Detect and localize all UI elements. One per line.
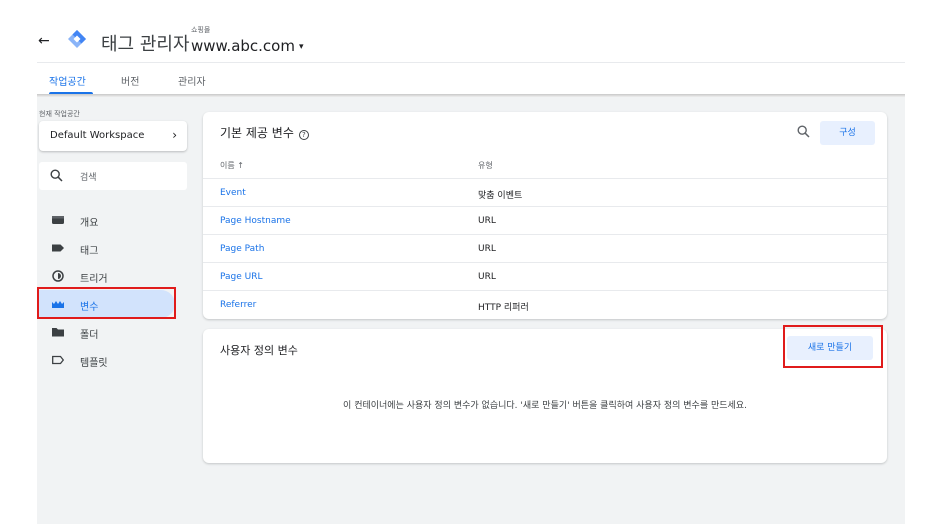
account-name: 쇼핑몰 bbox=[191, 26, 211, 34]
table-row: Event 맞춤 이벤트 bbox=[203, 178, 887, 206]
folder-icon bbox=[52, 328, 64, 337]
app-title: 태그 관리자 bbox=[101, 34, 190, 55]
sidebar-item-triggers[interactable]: 트리거 bbox=[37, 262, 175, 290]
column-header-name[interactable]: 이름 ↑ bbox=[220, 160, 244, 171]
search-icon bbox=[50, 169, 63, 182]
variable-type: URL bbox=[478, 244, 496, 254]
variable-name-link[interactable]: Event bbox=[220, 188, 246, 198]
tab-versions[interactable]: 버전 bbox=[121, 73, 139, 88]
workspace-selector[interactable]: Default Workspace › bbox=[39, 121, 187, 151]
search-icon[interactable] bbox=[797, 125, 810, 138]
tab-admin[interactable]: 관리자 bbox=[178, 73, 206, 88]
sidebar-item-label: 태그 bbox=[80, 246, 99, 257]
builtin-variables-title: 기본 제공 변수? bbox=[220, 124, 309, 141]
variable-name-link[interactable]: Referrer bbox=[220, 300, 256, 310]
table-row: Page URL URL bbox=[203, 262, 887, 290]
sidebar-item-tags[interactable]: 태그 bbox=[37, 234, 175, 262]
variable-type: URL bbox=[478, 216, 496, 226]
search-placeholder: 검색 bbox=[80, 173, 97, 183]
workspace-label: 현재 작업공간 bbox=[39, 110, 80, 118]
highlight-box-new-button bbox=[783, 325, 883, 368]
top-tabs: 작업공간 버전 관리자 bbox=[37, 62, 905, 95]
variable-type: HTTP 리퍼러 bbox=[478, 303, 529, 313]
back-arrow-icon[interactable]: ← bbox=[38, 33, 50, 49]
sidebar-item-templates[interactable]: 템플릿 bbox=[37, 346, 175, 374]
configure-button[interactable]: 구성 bbox=[820, 121, 875, 145]
sidebar-item-folders[interactable]: 폴더 bbox=[37, 318, 175, 346]
template-icon bbox=[52, 355, 64, 365]
container-selector[interactable]: www.abc.com ▾ bbox=[191, 37, 304, 55]
sidebar-item-label: 폴더 bbox=[80, 330, 99, 341]
sidebar-item-label: 개요 bbox=[80, 218, 99, 229]
empty-state-message: 이 컨테이너에는 사용자 정의 변수가 없습니다. '새로 만들기' 버튼을 클… bbox=[343, 401, 747, 411]
sidebar-item-label: 템플릿 bbox=[80, 358, 108, 369]
help-icon[interactable]: ? bbox=[298, 130, 309, 140]
overview-icon bbox=[52, 216, 64, 224]
container-name: www.abc.com bbox=[191, 37, 295, 55]
table-row: Referrer HTTP 리퍼러 bbox=[203, 290, 887, 318]
tab-workspace[interactable]: 작업공간 bbox=[49, 73, 86, 88]
sidebar-item-label: 트리거 bbox=[80, 274, 108, 285]
caret-down-icon: ▾ bbox=[298, 42, 304, 52]
sidebar-search-input[interactable]: 검색 bbox=[39, 162, 187, 190]
table-row: Page Hostname URL bbox=[203, 206, 887, 234]
variable-type: 맞춤 이벤트 bbox=[478, 191, 523, 201]
builtin-variables-card: 기본 제공 변수? 구성 이름 ↑ 유형 Event 맞춤 이벤트 Page H… bbox=[203, 112, 887, 319]
variable-name-link[interactable]: Page Hostname bbox=[220, 216, 291, 226]
app-header: ← 태그 관리자 쇼핑몰 www.abc.com ▾ bbox=[0, 0, 933, 62]
tag-icon bbox=[52, 244, 64, 252]
main-content: 현재 작업공간 Default Workspace › 검색 개요 태그 트리거… bbox=[37, 97, 905, 524]
sidebar-item-overview[interactable]: 개요 bbox=[37, 206, 175, 234]
chevron-right-icon: › bbox=[172, 128, 177, 142]
variable-name-link[interactable]: Page Path bbox=[220, 244, 264, 254]
gtm-logo-icon bbox=[68, 30, 86, 48]
table-row: Page Path URL bbox=[203, 234, 887, 262]
workspace-name: Default Workspace bbox=[50, 130, 145, 141]
highlight-box-variables bbox=[37, 287, 176, 319]
variable-type: URL bbox=[478, 272, 496, 282]
trigger-icon bbox=[52, 270, 64, 282]
variable-name-link[interactable]: Page URL bbox=[220, 272, 263, 282]
column-header-type: 유형 bbox=[478, 161, 493, 170]
user-defined-variables-title: 사용자 정의 변수 bbox=[220, 344, 298, 357]
